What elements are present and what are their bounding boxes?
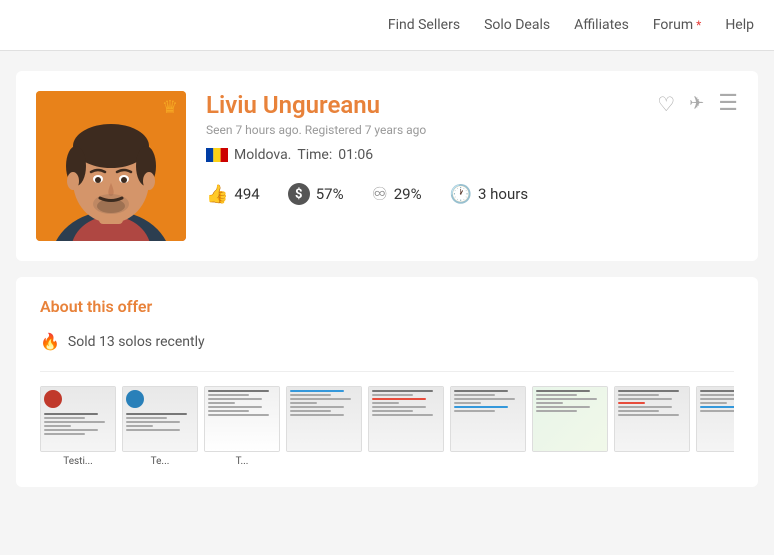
flag-moldova	[206, 148, 228, 162]
thumbnail-label: T...	[204, 456, 280, 467]
profile-country: Moldova. Time: 01:06	[206, 147, 738, 163]
profile-actions: ♡ ✈ ☰	[657, 91, 738, 116]
list-item[interactable]: T...	[204, 386, 280, 467]
clock-icon: 🕐	[450, 184, 472, 205]
nav-forum[interactable]: Forum *	[653, 17, 701, 33]
forum-asterisk: *	[693, 18, 701, 32]
time-value: 01:06	[338, 147, 373, 163]
crown-badge: ♛	[162, 97, 178, 118]
send-message-icon[interactable]: ✈	[689, 93, 704, 114]
nav-help[interactable]: Help	[725, 17, 754, 33]
profile-stats: 👍 494 $ 57% ♾ 29% 🕐 3 hours	[206, 183, 738, 205]
stat-likes-value: 494	[234, 185, 259, 203]
profile-seen: Seen 7 hours ago. Registered 7 years ago	[206, 123, 738, 137]
sold-solos-text: Sold 13 solos recently	[68, 334, 205, 350]
profile-section: ♛ Liviu Ungureanu Seen 7 hours ago. Regi…	[16, 71, 758, 261]
thumbnail-image	[368, 386, 444, 452]
thumbnail-image	[450, 386, 526, 452]
avatar-wrap: ♛	[36, 91, 186, 241]
thumbnail-image	[286, 386, 362, 452]
list-item[interactable]	[532, 386, 608, 467]
header: Find Sellers Solo Deals Affiliates Forum…	[0, 0, 774, 51]
stat-recycle-value: 29%	[394, 185, 422, 203]
list-item[interactable]	[614, 386, 690, 467]
dollar-icon: $	[288, 183, 310, 205]
thumbnail-image	[204, 386, 280, 452]
stat-likes: 👍 494	[206, 184, 260, 205]
more-options-icon[interactable]: ☰	[718, 91, 738, 116]
main-content: ♛ Liviu Ungureanu Seen 7 hours ago. Regi…	[0, 51, 774, 507]
recycle-icon: ♾	[372, 184, 388, 205]
stat-clock-value: 3 hours	[478, 185, 528, 203]
stat-dollar: $ 57%	[288, 183, 344, 205]
list-item[interactable]	[286, 386, 362, 467]
nav-affiliates[interactable]: Affiliates	[574, 17, 629, 33]
stat-dollar-value: 57%	[316, 185, 344, 203]
country-name: Moldova.	[234, 147, 291, 163]
offer-title: About this offer	[40, 297, 734, 316]
list-item[interactable]	[450, 386, 526, 467]
sold-solos: 🔥 Sold 13 solos recently	[40, 332, 734, 351]
thumbnails-row: Testi... Te...	[40, 371, 734, 467]
list-item[interactable]: Te...	[122, 386, 198, 467]
stat-recycle: ♾ 29%	[372, 184, 422, 205]
thumbnail-label: Testi...	[40, 456, 116, 467]
list-item[interactable]	[696, 386, 734, 467]
offer-section: About this offer 🔥 Sold 13 solos recentl…	[16, 277, 758, 487]
fire-icon: 🔥	[40, 332, 60, 351]
thumbnail-image	[40, 386, 116, 452]
time-label: Time:	[297, 147, 332, 163]
nav-solo-deals[interactable]: Solo Deals	[484, 17, 550, 33]
favorite-icon[interactable]: ♡	[657, 92, 675, 116]
thumbnail-image	[122, 386, 198, 452]
thumbnail-image	[614, 386, 690, 452]
stat-clock: 🕐 3 hours	[450, 184, 528, 205]
nav-links: Find Sellers Solo Deals Affiliates Forum…	[388, 17, 754, 33]
nav-find-sellers[interactable]: Find Sellers	[388, 17, 460, 33]
list-item[interactable]	[368, 386, 444, 467]
list-item[interactable]: Testi...	[40, 386, 116, 467]
thumbnail-image	[696, 386, 734, 452]
thumbnail-image	[532, 386, 608, 452]
thumbnail-label: Te...	[122, 456, 198, 467]
thumbs-up-icon: 👍	[206, 184, 228, 205]
